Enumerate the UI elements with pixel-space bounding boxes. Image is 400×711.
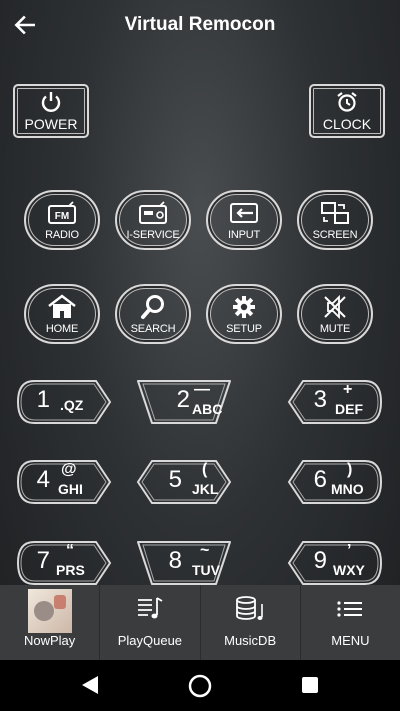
key-symbol: ~ bbox=[200, 542, 210, 559]
tab-menu[interactable]: MENU bbox=[301, 585, 400, 660]
radio-fm-icon: FM bbox=[48, 200, 76, 224]
key-4[interactable]: 4 @ GHI bbox=[16, 459, 112, 505]
system-navigation-bar bbox=[0, 660, 400, 711]
key-digit: 6 bbox=[313, 466, 327, 493]
tab-label: NowPlay bbox=[23, 633, 76, 648]
key-digit: 9 bbox=[313, 547, 327, 574]
screen-label: SCREEN bbox=[312, 228, 358, 241]
key-9[interactable]: 9 ’ WXY bbox=[287, 540, 383, 586]
key-digit: 8 bbox=[168, 547, 182, 574]
home-icon bbox=[48, 293, 76, 318]
key-3[interactable]: 3 + DEF bbox=[287, 379, 383, 425]
bottom-tab-bar: NowPlay PlayQueue MusicDB MENU bbox=[0, 585, 400, 660]
nav-back-icon[interactable] bbox=[78, 673, 102, 697]
nav-recents-icon[interactable] bbox=[300, 675, 320, 695]
mute-button[interactable]: MUTE bbox=[297, 284, 373, 344]
menu-hamburger-icon bbox=[337, 601, 363, 617]
tab-nowplay[interactable]: NowPlay bbox=[0, 585, 101, 660]
alarm-clock-icon bbox=[337, 92, 357, 112]
i-service-label: I-SERVICE bbox=[126, 228, 180, 241]
play-queue-icon bbox=[137, 597, 163, 619]
setup-button[interactable]: SETUP bbox=[206, 284, 282, 344]
power-icon bbox=[41, 92, 61, 112]
key-7[interactable]: 7 “ PRS bbox=[16, 540, 112, 586]
key-8[interactable]: 8 ~ TUV bbox=[136, 540, 232, 586]
mute-label: MUTE bbox=[319, 322, 351, 335]
screen-switch-icon bbox=[321, 201, 349, 224]
input-label: INPUT bbox=[227, 228, 260, 241]
app-header: Virtual Remocon bbox=[0, 0, 400, 50]
tab-playqueue[interactable]: PlayQueue bbox=[100, 585, 201, 660]
key-digit: 3 bbox=[313, 386, 327, 413]
key-symbol: @ bbox=[61, 461, 77, 478]
key-letters: DEF bbox=[335, 401, 363, 417]
setup-label: SETUP bbox=[226, 322, 262, 335]
key-symbol: ( bbox=[202, 461, 208, 478]
key-letters: TUV bbox=[192, 562, 220, 578]
key-symbol: “ bbox=[66, 542, 74, 559]
key-digit: 4 bbox=[36, 466, 50, 493]
key-letters: WXY bbox=[333, 562, 365, 578]
gear-icon bbox=[233, 295, 255, 318]
home-label: HOME bbox=[45, 322, 79, 335]
key-digit: 7 bbox=[36, 547, 50, 574]
power-label: POWER bbox=[24, 116, 78, 132]
key-2[interactable]: 2 — ABC bbox=[136, 379, 232, 425]
radio-label: RADIO bbox=[45, 228, 79, 241]
key-digit: 1 bbox=[36, 386, 50, 413]
key-letters: .QZ bbox=[60, 397, 84, 413]
page-title: Virtual Remocon bbox=[124, 14, 276, 35]
key-6[interactable]: 6 ) MNO bbox=[287, 459, 383, 505]
key-letters: MNO bbox=[331, 481, 364, 497]
clock-label: CLOCK bbox=[322, 116, 372, 132]
tab-label: MENU bbox=[331, 633, 370, 648]
radio-button[interactable]: FM RADIO bbox=[24, 190, 100, 250]
power-button[interactable]: POWER bbox=[13, 84, 89, 138]
screen-button[interactable]: SCREEN bbox=[297, 190, 373, 250]
key-digit: 5 bbox=[168, 466, 182, 493]
key-letters: PRS bbox=[56, 562, 85, 578]
search-button[interactable]: SEARCH bbox=[115, 284, 191, 344]
album-art-thumbnail bbox=[27, 588, 72, 633]
tab-label: MusicDB bbox=[224, 633, 277, 648]
internet-radio-icon bbox=[139, 200, 167, 224]
key-letters: JKL bbox=[192, 481, 219, 497]
input-button[interactable]: INPUT bbox=[206, 190, 282, 250]
key-1[interactable]: 1 .QZ bbox=[16, 379, 112, 425]
input-source-icon bbox=[230, 202, 258, 223]
search-icon bbox=[141, 294, 164, 319]
key-digit: 2 bbox=[176, 386, 190, 413]
clock-button[interactable]: CLOCK bbox=[309, 84, 385, 138]
key-letters: GHI bbox=[58, 481, 83, 497]
music-database-icon bbox=[236, 596, 263, 620]
search-label: SEARCH bbox=[130, 322, 176, 335]
key-symbol: ’ bbox=[347, 542, 352, 559]
home-button[interactable]: HOME bbox=[24, 284, 100, 344]
key-5[interactable]: 5 ( JKL bbox=[136, 459, 232, 505]
nav-home-icon[interactable] bbox=[187, 673, 213, 699]
key-symbol: ) bbox=[347, 461, 353, 478]
i-service-button[interactable]: I-SERVICE bbox=[115, 190, 191, 250]
key-letters: ABC bbox=[192, 401, 223, 417]
tab-label: PlayQueue bbox=[117, 633, 183, 648]
key-symbol: + bbox=[343, 381, 353, 398]
key-symbol: — bbox=[194, 381, 210, 398]
mute-speaker-icon bbox=[324, 294, 346, 319]
tab-musicdb[interactable]: MusicDB bbox=[201, 585, 301, 660]
svg-text:FM: FM bbox=[55, 211, 69, 222]
